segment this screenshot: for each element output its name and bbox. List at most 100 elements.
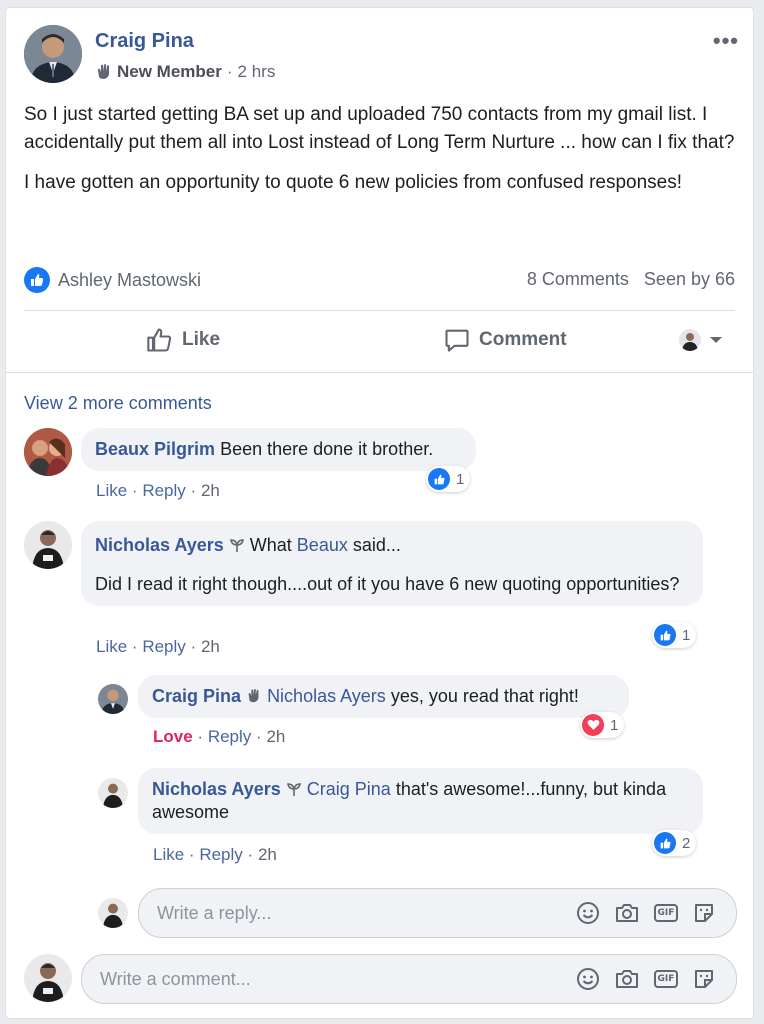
comment-text: Did I read it right though....out of it … [95,574,680,594]
view-more-comments[interactable]: View 2 more comments [24,393,212,414]
reactor-name: Ashley Mastowski [58,269,202,290]
comment-actions: Like · Reply · 2h [96,637,220,657]
reply-reaction-count[interactable]: 2 [652,830,697,856]
input-icons: GIF [576,901,716,925]
user-avatar [98,898,128,928]
comments-count[interactable]: 8 Comments [527,269,629,289]
separator: · [190,481,197,500]
reply-avatar[interactable] [98,684,128,714]
reply-reaction-count[interactable]: 1 [580,712,625,738]
reply-author[interactable]: Craig Pina [152,686,241,706]
mention-link[interactable]: Craig Pina [307,779,391,799]
reply-time[interactable]: 2h [258,845,277,864]
like-label: Like [182,329,221,350]
comment-bubble: Nicholas Ayers What Beaux said... Did I … [81,521,703,606]
sticker-icon[interactable] [692,967,716,991]
member-badge: New Member [117,62,222,81]
separator: · [197,727,204,746]
emoji-icon[interactable] [576,901,600,925]
reply-reply-link[interactable]: Reply [208,727,251,746]
separator: · [190,637,197,656]
camera-icon[interactable] [614,967,640,991]
comment-text: Been there done it brother. [220,439,434,459]
new-member-icon [98,64,109,79]
reply-text: yes, you read that right! [390,686,579,706]
reaction-summary[interactable]: Ashley Mastowski [24,267,201,293]
comment-like-link[interactable]: Like [96,481,127,500]
post-paragraph: I have gotten an opportunity to quote 6 … [24,172,683,193]
separator: · [188,845,195,864]
gif-icon[interactable]: GIF [654,904,678,922]
separator: · [256,727,262,746]
commenter-avatar[interactable] [24,428,72,476]
comment-reaction-count[interactable]: 1 [652,622,697,648]
comment-text: said... [352,535,401,555]
author-avatar[interactable] [24,25,82,83]
divider [24,310,735,311]
user-avatar [24,954,72,1002]
comment-time[interactable]: 2h [201,481,220,500]
sticker-icon[interactable] [692,901,716,925]
mention-link[interactable]: Nicholas Ayers [267,686,386,706]
like-reaction-icon [428,468,450,490]
reply-love-link[interactable]: Love [153,727,193,746]
post-stats: 8 Comments Seen by 66 [527,269,735,290]
reaction-count: 1 [682,626,691,644]
more-options-button[interactable]: ••• [713,28,739,54]
reply-reply-link[interactable]: Reply [199,845,242,864]
separator: · [131,637,138,656]
comment-time[interactable]: 2h [201,637,220,656]
comment-input[interactable] [82,968,576,990]
thumbs-up-icon [147,328,172,352]
like-reaction-icon [654,624,676,646]
comment-reply-link[interactable]: Reply [142,637,185,656]
reaction-count: 2 [682,834,691,852]
reply-author[interactable]: Nicholas Ayers [152,779,281,799]
comment-author[interactable]: Nicholas Ayers [95,535,224,555]
comment-reply-link[interactable]: Reply [142,481,185,500]
post-author-name[interactable]: Craig Pina [95,30,194,53]
gif-icon[interactable]: GIF [654,970,678,988]
reply-bubble: Nicholas Ayers Craig Pina that's awesome… [138,768,703,834]
like-reaction-icon [24,267,50,293]
reply-actions: Like · Reply · 2h [153,845,277,865]
comment-reaction-count[interactable]: 1 [426,466,471,492]
reply-input-box[interactable]: GIF [138,888,737,938]
reaction-count: 1 [610,716,619,734]
post-body: So I just started getting BA set up and … [24,101,736,197]
reply-like-link[interactable]: Like [153,845,184,864]
comment-bubble: Beaux Pilgrim Been there done it brother… [81,428,476,471]
user-avatar [679,329,701,351]
like-reaction-icon [654,832,676,854]
reaction-count: 1 [456,470,465,488]
commenter-avatar[interactable] [24,521,72,569]
comment-like-link[interactable]: Like [96,637,127,656]
comment-icon [445,329,469,352]
input-icons: GIF [576,967,716,991]
meta-separator: · [226,62,233,81]
emoji-icon[interactable] [576,967,600,991]
mention-link[interactable]: Beaux [297,535,348,555]
comment-input-box[interactable]: GIF [81,954,737,1004]
reply-input[interactable] [139,902,576,924]
reply-time[interactable]: 2h [266,727,285,746]
comment-label: Comment [479,329,567,350]
rising-star-icon [229,539,244,552]
love-reaction-icon [582,714,604,736]
reply-avatar[interactable] [98,778,128,808]
reply-actions: Love · Reply · 2h [153,727,285,747]
comment-button[interactable]: Comment [443,326,567,354]
caret-down-icon [710,337,722,343]
post-time[interactable]: 2 hrs [238,62,276,82]
react-as-selector[interactable] [679,329,723,351]
comment-author[interactable]: Beaux Pilgrim [95,439,215,459]
like-button[interactable]: Like [146,326,220,354]
comment-text: What [249,535,292,555]
seen-by[interactable]: Seen by 66 [644,269,735,289]
camera-icon[interactable] [614,901,640,925]
separator: · [247,845,254,864]
reply-bubble: Craig Pina Nicholas Ayers yes, you read … [138,675,629,718]
post-meta: New Member · 2 hrs [95,62,275,82]
new-member-icon [248,688,259,703]
separator: · [131,481,138,500]
